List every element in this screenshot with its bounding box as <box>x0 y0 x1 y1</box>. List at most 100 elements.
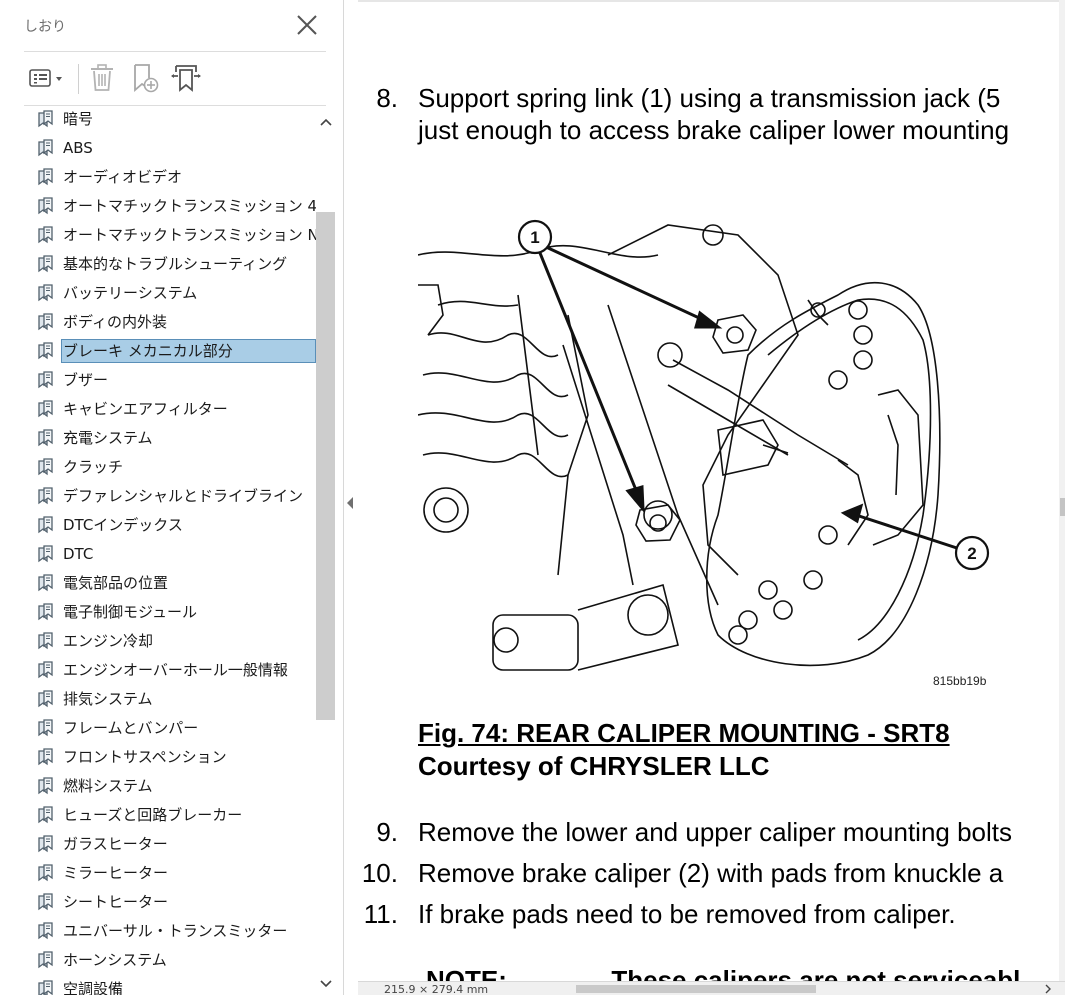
close-icon[interactable] <box>294 12 320 38</box>
bookmark-page-icon <box>38 139 53 157</box>
bookmark-page-icon <box>38 922 53 940</box>
step-text: If brake pads need to be removed from ca… <box>418 899 956 929</box>
bookmark-item[interactable]: 基本的なトラブルシューティング <box>24 250 316 276</box>
bookmark-item[interactable]: オートマチックトランスミッション 42RLE <box>24 192 316 218</box>
expand-bookmark-button[interactable] <box>168 58 204 98</box>
bookmark-label: 暗号 <box>63 110 94 128</box>
bookmark-item[interactable]: ホーンシステム <box>24 946 316 972</box>
bookmark-page-icon <box>38 603 53 621</box>
bookmark-label: ブザー <box>63 371 109 389</box>
bookmark-item[interactable]: 充電システム <box>24 424 316 450</box>
bookmark-item[interactable]: エンジンオーバーホール一般情報 <box>24 656 316 682</box>
delete-bookmark-button[interactable] <box>84 58 120 98</box>
bookmark-page-icon <box>38 980 53 995</box>
bookmark-item[interactable]: 電気部品の位置 <box>24 569 316 595</box>
bookmark-scrollbar[interactable] <box>316 108 336 995</box>
bookmark-item[interactable]: ヒューズと回路ブレーカー <box>24 801 316 827</box>
step-number: 10. <box>361 858 398 888</box>
divider <box>358 0 1065 2</box>
bookmark-page-icon <box>38 197 53 215</box>
bookmark-page-icon <box>38 864 53 882</box>
bookmark-page-icon <box>38 661 53 679</box>
bookmark-item[interactable]: ABS <box>24 134 316 160</box>
collapse-panel-icon[interactable] <box>346 496 354 510</box>
divider <box>24 51 326 52</box>
bookmark-item[interactable]: 排気システム <box>24 685 316 711</box>
add-bookmark-icon <box>134 64 159 93</box>
bookmark-item[interactable]: シートヒーター <box>24 888 316 914</box>
bookmark-page-icon <box>38 632 53 650</box>
step-number: 9. <box>376 817 398 847</box>
bookmark-item[interactable]: 燃料システム <box>24 772 316 798</box>
options-menu-button[interactable] <box>24 58 68 98</box>
bookmark-item[interactable]: 空調設備 <box>24 975 316 995</box>
bookmark-label: キャビンエアフィルター <box>63 400 228 418</box>
bookmark-label: オートマチックトランスミッション NAG1 <box>63 226 316 244</box>
bookmark-page-icon <box>38 371 53 389</box>
scrollbar-thumb[interactable] <box>316 212 335 720</box>
step-number: 11. <box>363 899 398 929</box>
bookmark-item[interactable]: ユニバーサル・トランスミッター <box>24 917 316 943</box>
bookmark-label: ボディの内外装 <box>63 313 167 331</box>
bookmark-page-icon <box>38 255 53 273</box>
chevron-up-icon[interactable] <box>316 112 336 132</box>
step-text: Support spring link (1) using a transmis… <box>418 83 1001 113</box>
figure-callout-2: 2 <box>967 544 976 563</box>
bookmark-item[interactable]: ボディの内外装 <box>24 308 316 334</box>
bookmark-label: シートヒーター <box>63 893 169 911</box>
bookmark-item[interactable]: 電子制御モジュール <box>24 598 316 624</box>
bookmark-page-icon <box>38 777 53 795</box>
bookmark-item[interactable]: フロントサスペンション <box>24 743 316 769</box>
step-text: Remove brake caliper (2) with pads from … <box>418 858 1004 888</box>
bookmark-label: ホーンシステム <box>63 951 167 969</box>
bookmark-item[interactable]: ブレーキ メカニカル部分 <box>24 337 316 363</box>
bookmark-item[interactable]: オートマチックトランスミッション NAG1 <box>24 221 316 247</box>
bookmark-item[interactable]: DTCインデックス <box>24 511 316 537</box>
bookmark-label: 電気部品の位置 <box>63 574 169 592</box>
bookmark-item[interactable]: ミラーヒーター <box>24 859 316 885</box>
bookmark-item[interactable]: クラッチ <box>24 453 316 479</box>
bookmark-item[interactable]: エンジン冷却 <box>24 627 316 653</box>
bookmark-item[interactable]: オーディオビデオ <box>24 163 316 189</box>
bookmark-item[interactable]: ガラスヒーター <box>24 830 316 856</box>
toolbar-divider <box>78 64 79 94</box>
caliper-illustration: 1 2 <box>418 219 990 671</box>
bookmark-page-icon <box>38 429 53 447</box>
step-text: just enough to access brake caliper lowe… <box>418 115 1010 145</box>
bookmark-item[interactable]: フレームとバンパー <box>24 714 316 740</box>
bookmark-page-icon <box>38 690 53 708</box>
figure-code: 815bb19b <box>933 674 987 688</box>
bookmark-item[interactable]: ブザー <box>24 366 316 392</box>
bookmark-toolbar <box>24 58 326 100</box>
expand-bookmark-icon <box>171 65 201 92</box>
bookmark-page-icon <box>38 951 53 969</box>
bookmark-item[interactable]: DTC <box>24 540 316 566</box>
bookmark-item[interactable]: バッテリーシステム <box>24 279 316 305</box>
bookmark-page-icon <box>38 748 53 766</box>
bookmark-label: デファレンシャルとドライブライン <box>63 487 304 505</box>
bookmark-label: 排気システム <box>63 690 153 708</box>
bookmark-label: ミラーヒーター <box>63 864 169 882</box>
bookmark-list: 暗号 ABS オーディオビデオオートマチックトランスミッション 42RLE オートマチ… <box>24 106 316 995</box>
horizontal-scrollbar-thumb[interactable] <box>576 985 816 993</box>
bookmark-item[interactable]: キャビンエアフィルター <box>24 395 316 421</box>
figure-caption: Fig. 74: REAR CALIPER MOUNTING - SRT8 <box>418 718 950 748</box>
bookmark-label: 基本的なトラブルシューティング <box>63 255 288 273</box>
scrollbar-thumb[interactable] <box>1060 498 1065 516</box>
chevron-down-icon[interactable] <box>316 974 336 994</box>
bookmark-item[interactable]: 暗号 <box>24 106 316 131</box>
bookmark-label: ABS <box>63 139 93 157</box>
add-bookmark-button[interactable] <box>126 58 162 98</box>
bookmark-label: 燃料システム <box>63 777 153 795</box>
figure-callout-1: 1 <box>530 228 539 247</box>
bookmark-label: 充電システム <box>63 429 153 447</box>
panel-title: しおり <box>24 19 66 35</box>
bookmark-page-icon <box>38 487 53 505</box>
bookmark-label: ガラスヒーター <box>63 835 168 853</box>
bookmark-item[interactable]: デファレンシャルとドライブライン <box>24 482 316 508</box>
page-size-label: 215.9 × 279.4 mm <box>384 983 489 995</box>
options-menu-icon <box>29 69 62 87</box>
bookmark-page-icon <box>38 806 53 824</box>
chevron-right-icon[interactable] <box>1042 983 1054 995</box>
bookmark-label: オーディオビデオ <box>63 168 182 186</box>
